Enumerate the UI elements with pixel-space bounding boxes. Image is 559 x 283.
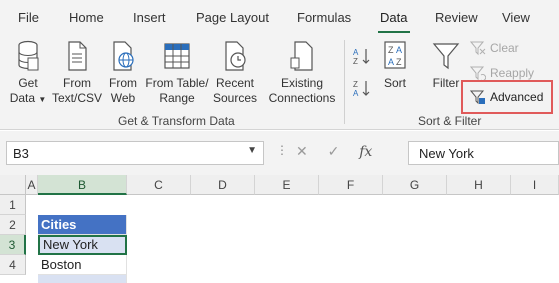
tab-formulas[interactable]: Formulas	[297, 10, 351, 25]
sort-ascending-icon: A Z	[353, 48, 370, 66]
get-data-label-2: Data	[9, 91, 36, 105]
recent-clock-icon	[225, 41, 246, 71]
tab-review[interactable]: Review	[435, 10, 478, 25]
database-icon	[18, 40, 39, 71]
ribbon-tab-bar: File Home Insert Page Layout Formulas Da…	[0, 0, 559, 34]
clear-filter-button[interactable]: Clear	[470, 40, 519, 56]
recent-sources-button[interactable]: Recent Sources	[210, 40, 260, 106]
get-data-label-1: Get	[18, 76, 38, 90]
row-header-4[interactable]: 4	[0, 255, 26, 275]
tab-insert[interactable]: Insert	[133, 10, 166, 25]
column-header-g[interactable]: G	[383, 175, 447, 195]
column-header-c[interactable]: C	[127, 175, 191, 195]
cell-b4[interactable]: Boston	[38, 255, 127, 275]
formula-actions: ✕ ✓ fx	[296, 143, 372, 160]
filter-funnel-icon	[432, 43, 460, 70]
text-file-icon	[68, 41, 87, 71]
chevron-down-icon: ▼	[38, 95, 47, 104]
enter-icon[interactable]: ✓	[328, 143, 340, 159]
existing-connections-label-1: Existing	[280, 76, 324, 90]
row-header-1[interactable]: 1	[0, 195, 26, 215]
group-label-get-transform: Get & Transform Data	[118, 114, 235, 128]
get-data-button[interactable]: Get Data ▼	[8, 40, 48, 107]
svg-text:Z: Z	[396, 57, 402, 67]
from-text-csv-label-2: Text/CSV	[52, 91, 103, 105]
reapply-label: Reapply	[490, 66, 535, 80]
from-text-csv-button[interactable]: From Text/CSV	[52, 40, 102, 106]
svg-text:A: A	[388, 57, 394, 67]
column-header-f[interactable]: F	[319, 175, 383, 195]
from-web-label-1: From	[109, 76, 137, 90]
name-box-value: B3	[13, 146, 29, 161]
recent-sources-label-1: Recent	[215, 76, 255, 90]
existing-connections-label-2: Connections	[268, 91, 336, 105]
svg-text:Z: Z	[388, 45, 394, 55]
recent-sources-label-2: Sources	[212, 91, 258, 105]
existing-connections-button[interactable]: Existing Connections	[266, 40, 338, 106]
reapply-button[interactable]: Reapply	[470, 65, 534, 81]
group-label-sort-filter: Sort & Filter	[418, 114, 482, 128]
worksheet-grid: A B C D E F G H I 1 2 3 4 Cities New Yor…	[0, 175, 559, 283]
sort-label: Sort	[383, 76, 406, 90]
formula-bar: B3 ▼ ⋮ ✕ ✓ fx New York	[0, 131, 559, 175]
row-header-3[interactable]: 3	[0, 235, 26, 255]
sort-descending-icon: Z A	[353, 80, 370, 98]
more-options-icon: ⋮	[276, 143, 288, 157]
tab-home[interactable]: Home	[69, 10, 104, 25]
from-web-button[interactable]: From Web	[104, 40, 142, 106]
from-text-csv-label-1: From	[63, 76, 91, 90]
cell-b5[interactable]	[38, 275, 127, 283]
svg-text:Z: Z	[353, 57, 358, 66]
reapply-icon	[470, 66, 486, 81]
advanced-highlight-box	[461, 80, 553, 114]
from-web-label-2: Web	[110, 91, 136, 105]
cell-b2[interactable]: Cities	[38, 215, 127, 235]
filter-label: Filter	[432, 76, 460, 90]
column-header-a[interactable]: A	[26, 175, 38, 195]
svg-text:Z: Z	[353, 80, 358, 89]
ribbon-separator	[344, 40, 345, 124]
chevron-down-icon[interactable]: ▼	[247, 145, 257, 156]
cancel-icon[interactable]: ✕	[296, 143, 308, 159]
row-header-2[interactable]: 2	[0, 215, 26, 235]
from-table-range-label-1: From Table/	[145, 76, 209, 90]
svg-text:A: A	[353, 48, 359, 57]
filter-button[interactable]: Filter	[428, 40, 464, 91]
tab-page-layout[interactable]: Page Layout	[196, 10, 269, 25]
insert-function-icon[interactable]: fx	[359, 144, 372, 160]
column-header-i[interactable]: I	[511, 175, 559, 195]
tab-file[interactable]: File	[18, 10, 39, 25]
sort-a-to-z-button[interactable]: A Z	[352, 46, 372, 66]
connections-icon	[290, 41, 313, 71]
column-header-b[interactable]: B	[38, 175, 127, 195]
sort-z-to-a-button[interactable]: Z A	[352, 78, 372, 98]
from-table-range-button[interactable]: From Table/ Range	[144, 40, 210, 106]
tab-view[interactable]: View	[502, 10, 530, 25]
from-table-range-label-2: Range	[159, 91, 195, 105]
column-header-h[interactable]: H	[447, 175, 511, 195]
name-box[interactable]: B3 ▼	[6, 141, 264, 165]
formula-value: New York	[419, 146, 474, 161]
svg-text:A: A	[396, 45, 402, 55]
web-page-icon	[113, 41, 134, 71]
sort-button[interactable]: Z A A Z Sort	[378, 40, 412, 91]
tab-data[interactable]: Data	[380, 10, 407, 25]
column-header-d[interactable]: D	[191, 175, 255, 195]
svg-text:A: A	[353, 89, 359, 98]
sort-dialog-icon: Z A A Z	[384, 41, 406, 69]
select-all-corner[interactable]	[0, 175, 26, 195]
column-header-e[interactable]: E	[255, 175, 319, 195]
active-tab-indicator	[378, 31, 410, 33]
clear-label: Clear	[490, 41, 519, 55]
table-icon	[164, 43, 190, 69]
formula-input[interactable]: New York	[408, 141, 559, 165]
clear-filter-icon	[470, 41, 486, 56]
cell-b3[interactable]: New York	[38, 235, 127, 255]
